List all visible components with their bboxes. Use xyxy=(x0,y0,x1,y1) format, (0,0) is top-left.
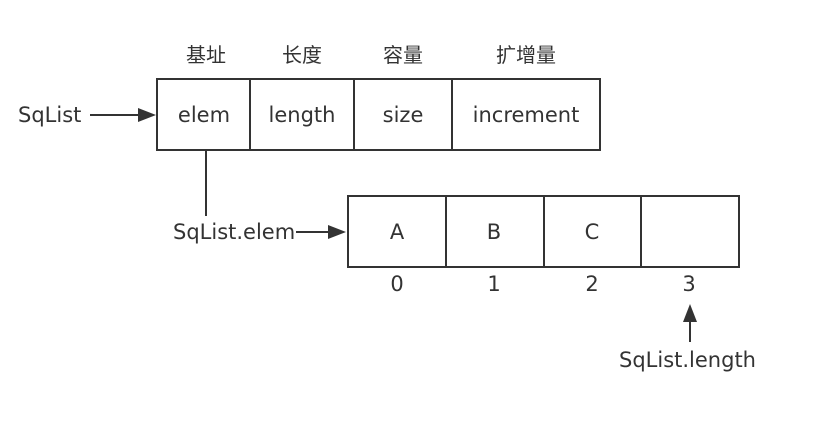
header-increment: 扩增量 xyxy=(496,43,556,67)
arrow-elem-head xyxy=(328,225,346,239)
label-sqlist-elem: SqList.elem xyxy=(173,220,295,244)
header-length: 长度 xyxy=(282,43,322,67)
array-cell-2-text: C xyxy=(585,220,600,244)
array-cell-0-text: A xyxy=(390,220,405,244)
header-base: 基址 xyxy=(186,43,226,67)
struct-cell-size-text: size xyxy=(383,103,424,127)
array-index-2: 2 xyxy=(585,272,598,296)
array-cell-1-text: B xyxy=(487,220,501,244)
struct-cell-increment-text: increment xyxy=(473,103,580,127)
header-capacity: 容量 xyxy=(383,43,423,67)
arrow-sqlist-head xyxy=(138,108,156,122)
label-sqlist-length: SqList.length xyxy=(619,348,756,372)
array-cell-3 xyxy=(640,195,740,268)
struct-cell-length-text: length xyxy=(269,103,336,127)
array-row xyxy=(347,195,740,268)
struct-cell-elem-text: elem xyxy=(178,103,230,127)
sqlist-diagram: 基址 长度 容量 扩增量 elem length size increment … xyxy=(18,43,756,372)
label-sqlist: SqList xyxy=(18,103,81,127)
array-index-1: 1 xyxy=(487,272,500,296)
array-index-0: 0 xyxy=(390,272,403,296)
array-index-3: 3 xyxy=(682,272,695,296)
